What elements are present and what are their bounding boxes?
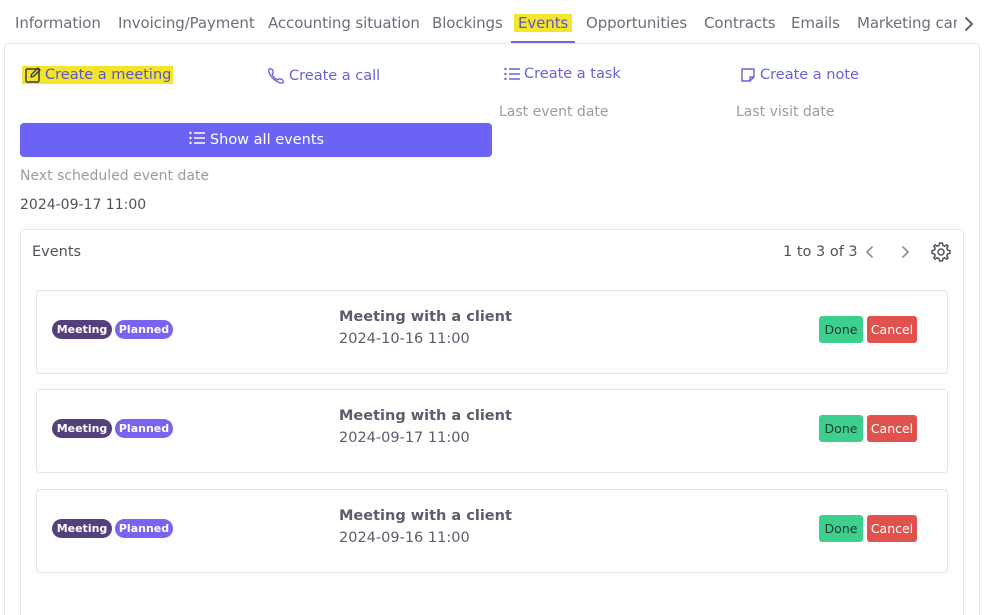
tab-opportunities[interactable]: Opportunities: [586, 14, 687, 32]
list-icon: [503, 66, 521, 82]
create-call-label: Create a call: [289, 68, 381, 84]
chevron-left-icon[interactable]: [860, 242, 880, 262]
gear-icon[interactable]: [930, 241, 952, 263]
event-title: Meeting with a client: [339, 408, 512, 424]
pagination-info: 1 to 3 of 3: [783, 244, 858, 260]
event-date: 2024-09-16 11:00: [339, 530, 470, 546]
chevron-right-icon[interactable]: [960, 12, 978, 36]
next-event-date-value: 2024-09-17 11:00: [20, 197, 147, 213]
event-row[interactable]: Meeting Planned Meeting with a client 20…: [36, 389, 948, 473]
event-type-badge: Meeting: [52, 419, 112, 438]
cancel-button[interactable]: Cancel: [867, 316, 917, 343]
create-note-button[interactable]: Create a note: [739, 66, 859, 84]
last-visit-date-label: Last visit date: [736, 104, 835, 120]
event-row[interactable]: Meeting Planned Meeting with a client 20…: [36, 290, 948, 374]
event-status-badge: Planned: [115, 419, 173, 438]
done-button[interactable]: Done: [819, 316, 863, 343]
chevron-right-icon[interactable]: [895, 242, 915, 262]
phone-icon: [266, 66, 286, 86]
next-event-date-label: Next scheduled event date: [20, 168, 210, 184]
tab-bar: Information Invoicing/Payment Accounting…: [0, 0, 996, 44]
event-type-badge: Meeting: [52, 320, 112, 339]
event-date: 2024-10-16 11:00: [339, 331, 470, 347]
tab-marketing-campaigns[interactable]: Marketing cam: [857, 14, 957, 32]
tab-emails[interactable]: Emails: [791, 14, 840, 32]
event-title: Meeting with a client: [339, 508, 512, 524]
tab-invoicing-payment[interactable]: Invoicing/Payment: [118, 14, 255, 32]
create-task-button[interactable]: Create a task: [503, 66, 621, 82]
cancel-button[interactable]: Cancel: [867, 515, 917, 542]
show-all-events-label: Show all events: [209, 132, 325, 148]
list-icon: [188, 130, 206, 150]
edit-square-icon: [24, 66, 42, 84]
tab-blockings[interactable]: Blockings: [432, 14, 503, 32]
cancel-button[interactable]: Cancel: [867, 415, 917, 442]
event-status-badge: Planned: [115, 320, 173, 339]
create-meeting-button[interactable]: Create a meeting: [22, 66, 174, 84]
event-title: Meeting with a client: [339, 309, 512, 325]
tab-information[interactable]: Information: [15, 14, 101, 32]
create-note-label: Create a note: [760, 67, 859, 83]
event-status-badge: Planned: [115, 519, 173, 538]
done-button[interactable]: Done: [819, 415, 863, 442]
event-date: 2024-09-17 11:00: [339, 430, 470, 446]
done-button[interactable]: Done: [819, 515, 863, 542]
create-call-button[interactable]: Create a call: [266, 66, 380, 86]
create-meeting-label: Create a meeting: [45, 67, 172, 83]
tab-contracts[interactable]: Contracts: [704, 14, 776, 32]
tab-accounting-situation[interactable]: Accounting situation: [268, 14, 420, 32]
event-row[interactable]: Meeting Planned Meeting with a client 20…: [36, 489, 948, 573]
event-type-badge: Meeting: [52, 519, 112, 538]
show-all-events-button[interactable]: Show all events: [20, 123, 492, 157]
events-card-title: Events: [32, 244, 82, 260]
tab-events-label: Events: [514, 14, 573, 32]
tab-events[interactable]: Events: [514, 14, 573, 32]
sticky-note-icon: [739, 66, 757, 84]
create-task-label: Create a task: [524, 66, 621, 82]
last-event-date-label: Last event date: [499, 104, 609, 120]
